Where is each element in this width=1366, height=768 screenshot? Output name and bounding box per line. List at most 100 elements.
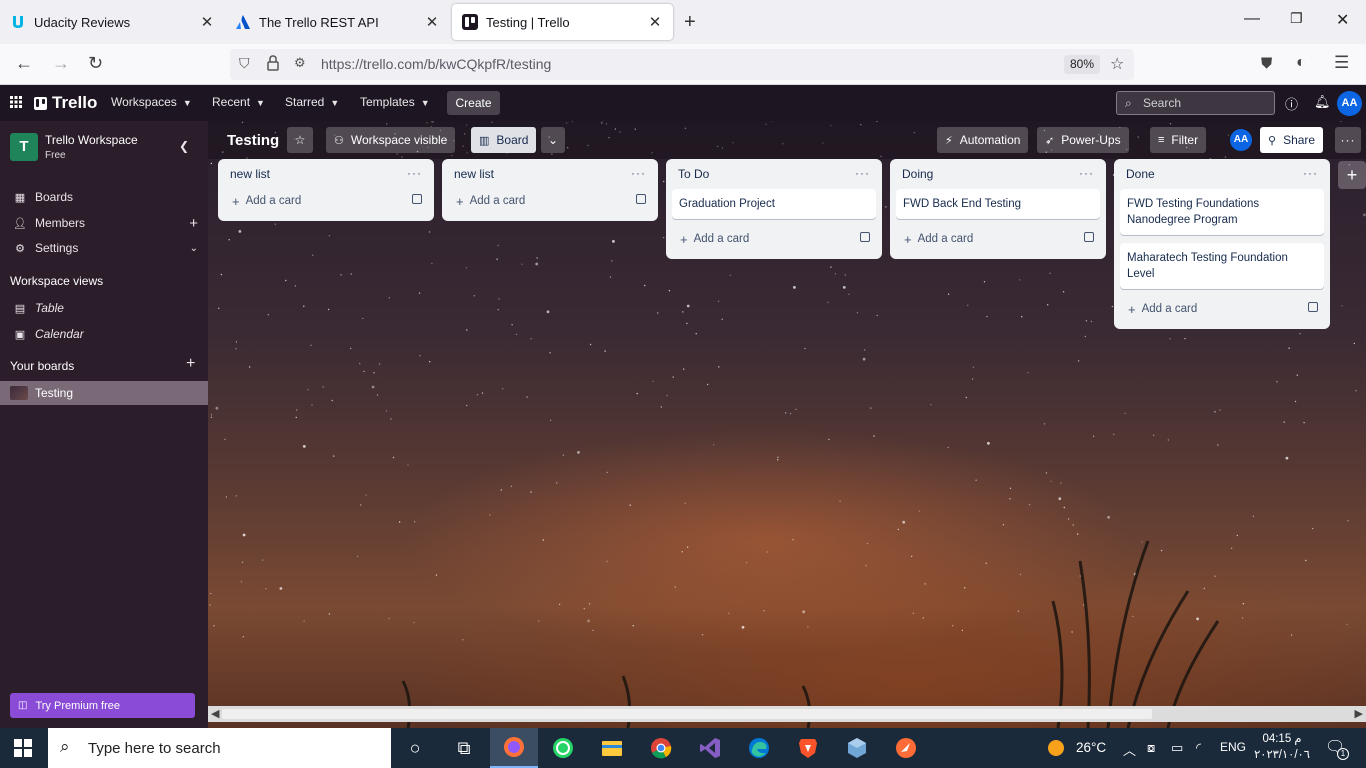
menu-icon[interactable]: ☰ (1334, 53, 1349, 73)
sidebar-item-table[interactable]: ▤ Table (0, 296, 208, 320)
recent-menu[interactable]: Recent ▼ (212, 95, 265, 109)
list-doing[interactable]: Doing ··· FWD Back End Testing + Add a c… (890, 159, 1106, 259)
list-done[interactable]: Done ··· FWD Testing Foundations Nanodeg… (1114, 159, 1330, 329)
view-switcher-button[interactable]: ⌄ (541, 127, 565, 153)
card-template-icon[interactable] (1084, 232, 1094, 242)
trello-logo[interactable]: Trello (34, 93, 97, 113)
card-template-icon[interactable] (860, 232, 870, 242)
bookmark-star-icon[interactable]: ☆ (1110, 54, 1124, 74)
star-board-button[interactable]: ☆ (287, 127, 313, 153)
brave-icon[interactable] (784, 728, 832, 768)
edge-icon[interactable] (735, 728, 783, 768)
list-new-list-1[interactable]: new list ··· + Add a card (218, 159, 434, 221)
add-card-button[interactable]: + Add a card (896, 227, 1100, 251)
workspaces-menu[interactable]: Workspaces ▼ (111, 95, 192, 109)
forward-arrow-icon[interactable]: → (52, 53, 70, 74)
add-card-button[interactable]: + Add a card (1120, 297, 1324, 321)
pocket-icon[interactable]: ⛊ (1261, 55, 1272, 72)
board-title[interactable]: Testing (227, 132, 279, 149)
filter-button[interactable]: ≡ Filter (1150, 127, 1207, 153)
search-input[interactable]: ⌕ Search (1116, 91, 1275, 115)
meet-now-icon[interactable]: ⧇ (1147, 740, 1155, 756)
list-title[interactable]: new list (454, 167, 494, 181)
address-bar[interactable]: ⛉ ⚙ https://trello.com/b/kwCQkpfR/testin… (230, 49, 1134, 80)
scroll-right-icon[interactable]: ▶ (1355, 706, 1363, 722)
sidebar-item-members[interactable]: 👤︎ Members + (0, 211, 208, 235)
board-menu-button[interactable]: ··· (1335, 127, 1361, 153)
add-list-button[interactable]: + (1338, 161, 1366, 189)
list-new-list-2[interactable]: new list ··· + Add a card (442, 159, 658, 221)
card-template-icon[interactable] (636, 194, 646, 204)
zoom-level[interactable]: 80% (1064, 55, 1101, 74)
powerups-button[interactable]: ➶ Power-Ups (1037, 127, 1129, 153)
card-template-icon[interactable] (1308, 302, 1318, 312)
board-member-avatar[interactable]: AA (1230, 129, 1252, 151)
workspace-name[interactable]: Trello Workspace (45, 133, 138, 147)
tab-testing-trello[interactable]: Testing | Trello ✕ (452, 4, 673, 40)
taskbar-search-input[interactable]: ⌕ Type here to search (48, 728, 391, 768)
starred-menu[interactable]: Starred ▼ (285, 95, 339, 109)
shield-icon[interactable]: ⛉ (239, 55, 250, 72)
restore-icon[interactable]: ❐ (1290, 10, 1303, 27)
firefox-icon[interactable] (490, 728, 538, 768)
task-view-icon[interactable]: ⧉ (440, 728, 488, 768)
list-menu-icon[interactable]: ··· (407, 166, 422, 180)
list-menu-icon[interactable]: ··· (855, 166, 870, 180)
tab-udacity-reviews[interactable]: Udacity Reviews ✕ (0, 4, 225, 40)
url-text[interactable]: https://trello.com/b/kwCQkpfR/testing (321, 56, 551, 72)
file-explorer-icon[interactable] (588, 728, 636, 768)
close-window-icon[interactable]: ✕ (1336, 10, 1349, 30)
list-title[interactable]: To Do (678, 167, 709, 181)
app-switcher-icon[interactable] (10, 96, 22, 111)
list-menu-icon[interactable]: ··· (631, 166, 646, 180)
lock-icon[interactable] (266, 54, 280, 75)
collapse-sidebar-icon[interactable]: ❮ (179, 139, 189, 153)
automation-button[interactable]: ⚡︎ Automation (937, 127, 1029, 153)
sidebar-item-calendar[interactable]: ▣ Calendar (0, 322, 208, 346)
clock[interactable]: 04:15 م ٢٠٢٣/١٠/٠٦ (1252, 731, 1312, 763)
user-avatar[interactable]: AA (1337, 91, 1362, 116)
chevron-down-icon[interactable]: ⌄ (190, 243, 198, 254)
board-view-button[interactable]: ▥ Board (471, 127, 537, 153)
chevron-up-icon[interactable]: ︿ (1123, 740, 1136, 759)
create-button[interactable]: Create (447, 91, 500, 115)
card[interactable]: Graduation Project (672, 189, 876, 219)
templates-menu[interactable]: Templates ▼ (360, 95, 430, 109)
sidebar-board-testing[interactable]: Testing (0, 381, 208, 405)
card[interactable]: Maharatech Testing Foundation Level (1120, 243, 1324, 289)
wifi-icon[interactable]: ◜ (1196, 740, 1201, 756)
sidebar-item-boards[interactable]: ▦ Boards (0, 185, 208, 209)
scroll-left-icon[interactable]: ◀ (211, 706, 219, 722)
card[interactable]: FWD Back End Testing (896, 189, 1100, 219)
windows-start-icon[interactable] (14, 739, 32, 757)
list-menu-icon[interactable]: ··· (1303, 166, 1318, 180)
back-arrow-icon[interactable]: ← (15, 53, 33, 74)
add-board-icon[interactable]: + (186, 355, 195, 373)
workspace-badge[interactable]: T (10, 133, 38, 161)
list-title[interactable]: new list (230, 167, 270, 181)
reload-icon[interactable]: ↻ (88, 53, 103, 74)
list-to-do[interactable]: To Do ··· Graduation Project + Add a car… (666, 159, 882, 259)
bell-icon[interactable]: 🔔︎ (1314, 94, 1331, 110)
card[interactable]: FWD Testing Foundations Nanodegree Progr… (1120, 189, 1324, 235)
weather-temperature[interactable]: 26°C (1076, 740, 1106, 755)
list-menu-icon[interactable]: ··· (1079, 166, 1094, 180)
cortana-icon[interactable]: ○ (391, 728, 439, 768)
whatsapp-icon[interactable] (539, 728, 587, 768)
permissions-icon[interactable]: ⚙ (294, 55, 306, 71)
list-title[interactable]: Doing (902, 167, 933, 181)
close-tab-icon[interactable]: ✕ (424, 13, 440, 31)
minimize-icon[interactable]: — (1244, 10, 1260, 28)
card-template-icon[interactable] (412, 194, 422, 204)
tab-trello-rest-api[interactable]: The Trello REST API ✕ (225, 4, 450, 40)
add-member-icon[interactable]: + (189, 215, 198, 232)
sidebar-item-settings[interactable]: ⚙ Settings ⌄ (0, 236, 208, 260)
add-card-button[interactable]: + Add a card (672, 227, 876, 251)
add-card-button[interactable]: + Add a card (224, 189, 428, 213)
board-horizontal-scrollbar[interactable]: ◀ ▶ (208, 706, 1366, 722)
list-title[interactable]: Done (1126, 167, 1155, 181)
weather-icon[interactable] (1047, 739, 1065, 760)
scrollbar-thumb[interactable] (222, 709, 1152, 719)
try-premium-button[interactable]: ◫ Try Premium free (10, 693, 195, 718)
language-indicator[interactable]: ENG (1220, 740, 1246, 754)
